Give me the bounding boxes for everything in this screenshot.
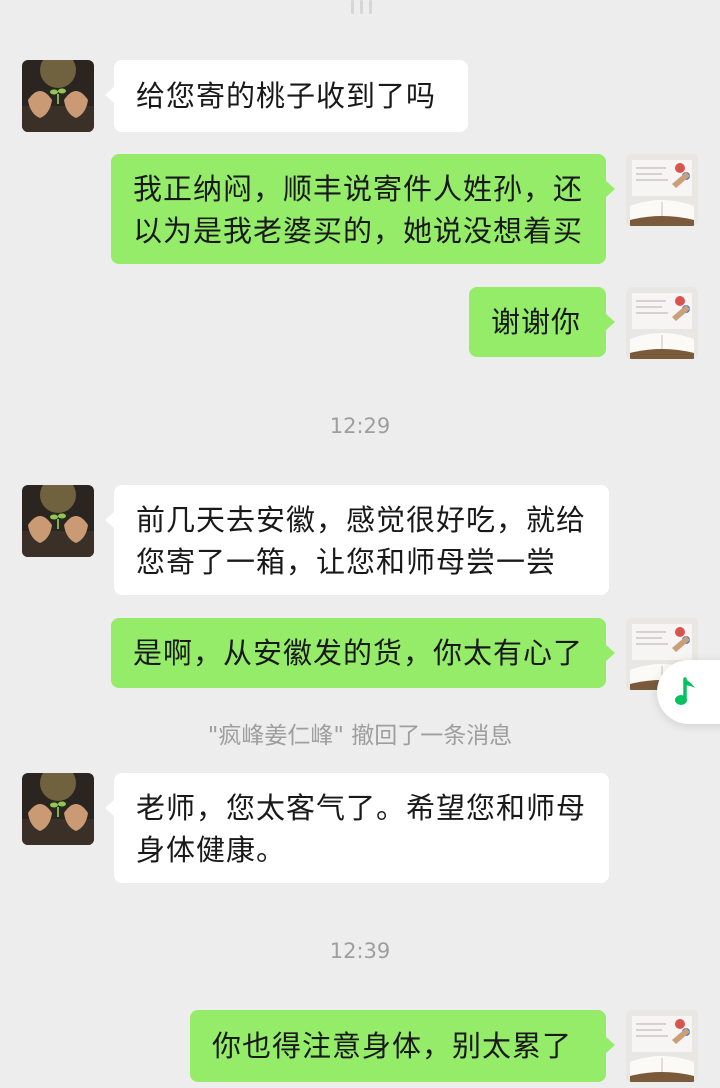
message-bubble-outgoing[interactable]: 我正纳闷，顺丰说寄件人姓孙，还 以为是我老婆买的，她说没想着买 <box>111 154 615 264</box>
book-pen-avatar-icon <box>626 154 698 226</box>
book-pen-avatar-icon <box>626 287 698 359</box>
message-bubble-incoming[interactable]: 老师，您太客气了。希望您和师母 身体健康。 <box>105 773 609 883</box>
contact-avatar[interactable] <box>22 60 94 132</box>
chat-view[interactable]: 给您寄的桃子收到了吗 我正纳闷，顺丰说寄件人姓孙，还 以为是我老婆买的，她说没想… <box>0 0 720 1088</box>
message-text-line: 我正纳闷，顺丰说寄件人姓孙，还 <box>133 172 584 206</box>
pull-indicator <box>339 0 383 16</box>
contact-avatar[interactable] <box>22 773 94 845</box>
message-bubble-outgoing[interactable]: 谢谢你 <box>469 287 615 357</box>
music-note-icon <box>675 677 695 705</box>
hands-seedling-avatar-icon <box>22 773 94 845</box>
message-text-line: 身体健康。 <box>136 833 287 867</box>
recall-notice: "疯峰姜仁峰" 撤回了一条消息 <box>207 723 513 749</box>
contact-avatar[interactable] <box>22 485 94 557</box>
message-text-line: 老师，您太客气了。希望您和师母 <box>136 791 587 825</box>
message-text-line: 前几天去安徽，感觉很好吃，就给 <box>136 503 587 537</box>
floating-music-button[interactable] <box>657 660 720 724</box>
message-bubble-outgoing[interactable]: 你也得注意身体，别太累了 <box>190 1010 615 1082</box>
my-avatar[interactable] <box>626 1010 698 1082</box>
message-bubble-incoming[interactable]: 前几天去安徽，感觉很好吃，就给 您寄了一箱，让您和师母尝一尝 <box>105 485 609 595</box>
hands-seedling-avatar-icon <box>22 60 94 132</box>
message-bubble-outgoing[interactable]: 是啊，从安徽发的货，你太有心了 <box>111 618 615 688</box>
message-bubble-incoming[interactable]: 给您寄的桃子收到了吗 <box>105 60 468 132</box>
timestamp: 12:29 <box>329 414 391 438</box>
timestamp: 12:39 <box>329 939 391 963</box>
my-avatar[interactable] <box>626 154 698 226</box>
message-text-line: 您寄了一箱，让您和师母尝一尝 <box>136 545 557 579</box>
message-text: 你也得注意身体，别太累了 <box>212 1029 573 1063</box>
message-text: 给您寄的桃子收到了吗 <box>136 79 437 113</box>
book-pen-avatar-icon <box>626 1010 698 1082</box>
message-text: 是啊，从安徽发的货，你太有心了 <box>133 636 584 670</box>
hands-seedling-avatar-icon <box>22 485 94 557</box>
my-avatar[interactable] <box>626 287 698 359</box>
message-text-line: 以为是我老婆买的，她说没想着买 <box>133 214 584 248</box>
message-text: 谢谢你 <box>491 305 582 339</box>
